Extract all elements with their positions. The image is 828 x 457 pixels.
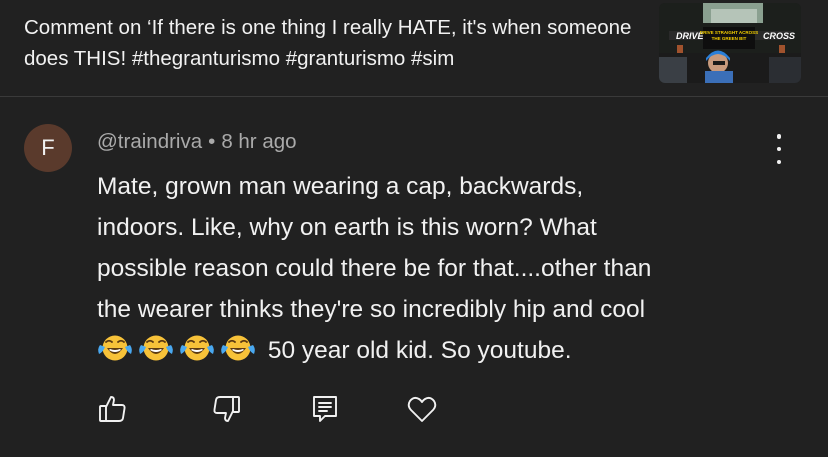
meta-separator: • xyxy=(208,130,216,153)
thumbs-down-icon[interactable] xyxy=(210,393,242,425)
video-title[interactable]: Comment on ‘If there is one thing I real… xyxy=(24,12,636,74)
avatar-letter: F xyxy=(41,135,55,160)
author-handle[interactable]: @traindriva xyxy=(97,130,202,153)
thumbnail-caption-2: THE GREEN BIT xyxy=(712,36,747,41)
comment-line: Mate, grown man wearing a cap, backwards… xyxy=(97,173,584,200)
comment-last-text: 50 year old kid. So youtube. xyxy=(267,337,572,364)
comment-view: Comment on ‘If there is one thing I real… xyxy=(0,0,828,457)
comment-meta: @traindriva • 8 hr ago xyxy=(97,128,297,156)
thumbs-up-icon[interactable] xyxy=(97,393,129,425)
comment-line: indoors. Like, why on earth is this worn… xyxy=(97,214,597,241)
more-dot xyxy=(776,134,782,139)
more-dot xyxy=(776,146,782,152)
heart-icon[interactable] xyxy=(406,393,438,425)
video-thumbnail[interactable]: DRIVE CROSS DRIVE STRAIGHT ACROSS THE GR… xyxy=(659,3,801,83)
face-with-tears-of-joy-icon xyxy=(139,335,173,361)
thumbnail-text-right: CROSS xyxy=(763,31,795,41)
comment-time: 8 hr ago xyxy=(221,130,297,153)
more-dot xyxy=(776,159,782,164)
comment-line: the wearer thinks they're so incredibly … xyxy=(97,296,646,323)
more-options-icon[interactable] xyxy=(767,134,791,164)
comment-line: possible reason could there be for that.… xyxy=(97,255,652,282)
reply-icon[interactable] xyxy=(309,393,341,425)
face-with-tears-of-joy-icon xyxy=(221,335,255,361)
avatar[interactable]: F xyxy=(24,124,72,172)
comment-body: Mate, grown man wearing a cap, backwards… xyxy=(97,166,797,376)
comment-line-last: 50 year old kid. So youtube. xyxy=(97,330,797,376)
thumbnail-caption-1: DRIVE STRAIGHT ACROSS xyxy=(700,30,758,35)
header-divider xyxy=(0,96,828,97)
face-with-tears-of-joy-icon xyxy=(98,335,132,361)
comment-header: Comment on ‘If there is one thing I real… xyxy=(0,0,828,96)
face-with-tears-of-joy-icon xyxy=(180,335,214,361)
emoji-group xyxy=(97,333,261,376)
